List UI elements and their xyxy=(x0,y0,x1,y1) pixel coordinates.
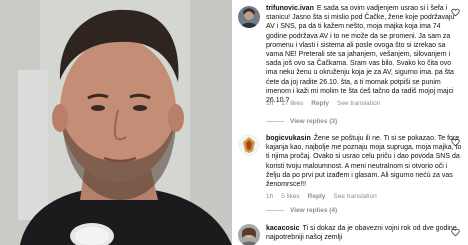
view-replies-button[interactable]: View replies (4) xyxy=(266,207,337,214)
comment-body: E sada sa ovim vadjenjem usrao si i šefa… xyxy=(266,5,455,105)
heart-icon[interactable] xyxy=(451,228,460,237)
comment-username[interactable]: kacacosic xyxy=(266,225,299,232)
see-translation-button[interactable]: See translation xyxy=(337,100,380,107)
comment-username[interactable]: trifunovic.ivan xyxy=(266,5,314,12)
video-still xyxy=(0,0,232,245)
see-translation-button[interactable]: See translation xyxy=(333,193,376,200)
video-frame[interactable] xyxy=(0,0,232,245)
view-replies-label: View replies (4) xyxy=(290,207,338,214)
comment-text: bogicvukasin Žene se poštuju ili ne. Ti s… xyxy=(266,134,462,189)
comment-meta: 1h 5 likes Reply See translation xyxy=(266,193,377,200)
reply-button[interactable]: Reply xyxy=(308,193,326,200)
avatar[interactable] xyxy=(238,224,260,245)
comment-time: 1h xyxy=(266,193,274,200)
comment-text: trifunovic.ivan E sada sa ovim vadjenjem … xyxy=(266,4,462,105)
replies-divider xyxy=(266,121,284,122)
view-replies-button[interactable]: View replies (3) xyxy=(266,118,337,125)
comment-time: 1h xyxy=(266,100,274,107)
reply-button[interactable]: Reply xyxy=(311,100,329,107)
comment-likes[interactable]: 17 likes xyxy=(281,100,303,107)
view-replies-label: View replies (3) xyxy=(290,118,338,125)
comment-username[interactable]: bogicvukasin xyxy=(266,135,311,142)
comment-body: Žene se poštuju ili ne. Ti si se pokazao… xyxy=(266,135,462,189)
comment-meta: 1h 17 likes Reply See translation xyxy=(266,100,380,107)
comments-panel: trifunovic.ivan E sada sa ovim vadjenjem … xyxy=(232,0,468,245)
replies-divider xyxy=(266,210,284,211)
comment-text: kacacosic Ti si dokaz da je obavezni vojn… xyxy=(266,224,462,242)
heart-icon[interactable] xyxy=(451,8,460,17)
comment-likes[interactable]: 5 likes xyxy=(281,193,299,200)
avatar[interactable] xyxy=(238,134,260,156)
heart-icon[interactable] xyxy=(451,138,460,147)
avatar[interactable] xyxy=(238,6,260,28)
